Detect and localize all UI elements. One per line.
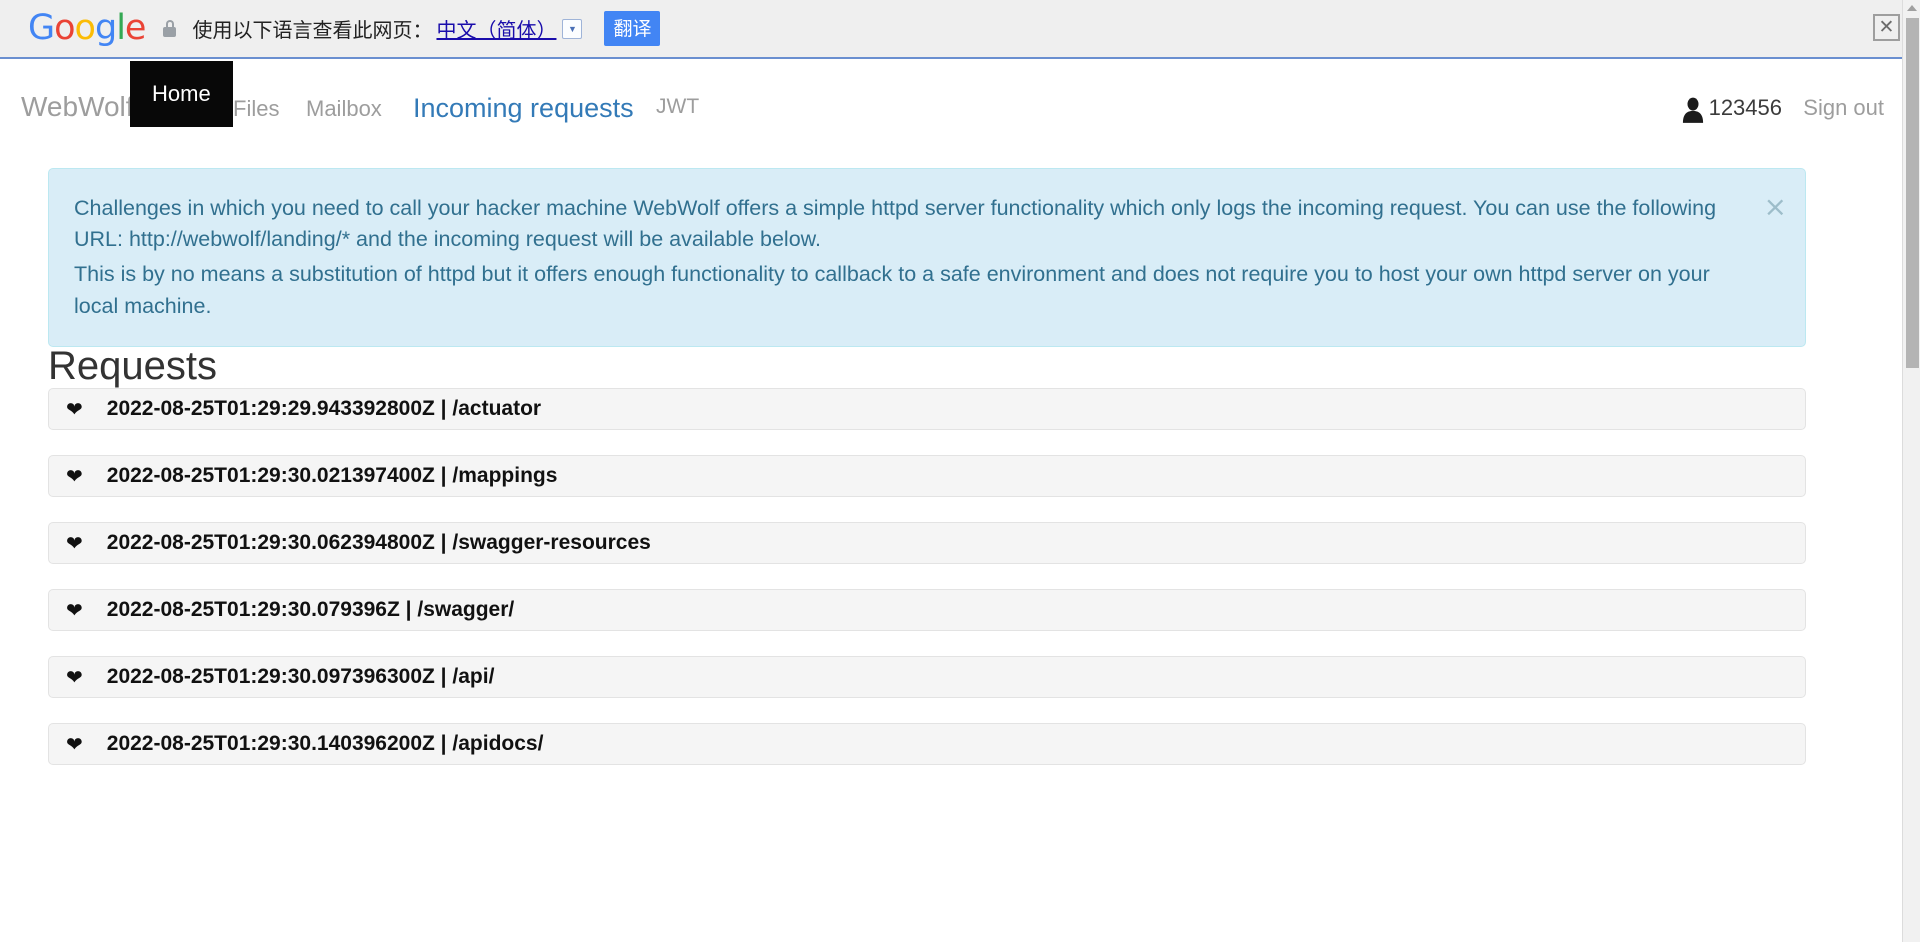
scrollbar-thumb[interactable] (1906, 18, 1919, 368)
table-row[interactable]: ❤ 2022-08-25T01:29:30.079396Z | /swagger… (48, 589, 1806, 631)
scroll-up-arrow-icon[interactable] (1907, 5, 1917, 11)
info-alert: × Challenges in which you need to call y… (48, 168, 1806, 347)
chevron-down-icon[interactable]: ❤ (66, 533, 83, 553)
alert-close-icon[interactable]: × (1764, 193, 1787, 221)
sign-out-link[interactable]: Sign out (1803, 95, 1884, 121)
chevron-down-icon[interactable]: ▼ (562, 18, 583, 39)
username-label: 123456 (1708, 95, 1782, 120)
translate-submit-button[interactable]: 翻译 (604, 11, 661, 46)
table-row[interactable]: ❤ 2022-08-25T01:29:30.097396300Z | /api/ (48, 656, 1806, 698)
google-translate-bar: Google 使用以下语言查看此网页： 中文（简体） ▼ 翻译 ✕ (0, 0, 1920, 59)
request-label: 2022-08-25T01:29:30.079396Z | /swagger/ (106, 598, 515, 621)
request-label: 2022-08-25T01:29:30.062394800Z | /swagge… (106, 531, 651, 554)
user-icon (1682, 97, 1704, 123)
table-row[interactable]: ❤ 2022-08-25T01:29:30.062394800Z | /swag… (48, 522, 1806, 564)
table-row[interactable]: ❤ 2022-08-25T01:29:30.140396200Z | /apid… (48, 723, 1806, 765)
alert-paragraph-2: This is by no means a substitution of ht… (74, 262, 1710, 318)
chevron-down-icon[interactable]: ❤ (66, 600, 83, 620)
nav-item-jwt[interactable]: JWT (656, 95, 699, 119)
translate-prompt-label: 使用以下语言查看此网页： (192, 20, 433, 42)
table-row[interactable]: ❤ 2022-08-25T01:29:29.943392800Z | /actu… (48, 388, 1806, 430)
request-label: 2022-08-25T01:29:29.943392800Z | /actuat… (106, 397, 542, 420)
alert-paragraph-1: Challenges in which you need to call you… (74, 196, 1717, 252)
page-title-incoming-requests: Incoming requests (413, 93, 634, 123)
close-icon[interactable]: ✕ (1873, 14, 1900, 41)
google-logo: Google (28, 8, 146, 48)
nav-item-home[interactable]: Home (130, 61, 233, 127)
vertical-scrollbar[interactable] (1902, 0, 1920, 942)
chevron-down-icon[interactable]: ❤ (66, 734, 83, 754)
nav-item-mailbox[interactable]: Mailbox (306, 96, 382, 122)
main-navbar: WebWolf Home Files Mailbox Incoming requ… (0, 61, 1902, 159)
request-label: 2022-08-25T01:29:30.140396200Z | /apidoc… (106, 732, 544, 755)
chevron-down-icon[interactable]: ❤ (66, 466, 83, 486)
request-label: 2022-08-25T01:29:30.097396300Z | /api/ (106, 665, 495, 688)
page-content: × Challenges in which you need to call y… (0, 159, 1902, 942)
table-row[interactable]: ❤ 2022-08-25T01:29:30.021397400Z | /mapp… (48, 455, 1806, 497)
brand-webwolf[interactable]: WebWolf (21, 91, 134, 123)
nav-item-files[interactable]: Files (233, 96, 279, 122)
requests-list: ❤ 2022-08-25T01:29:29.943392800Z | /actu… (48, 388, 1806, 790)
requests-heading: Requests (48, 344, 217, 388)
chevron-down-icon[interactable]: ❤ (66, 399, 83, 419)
lock-icon (163, 20, 177, 37)
translate-language-link[interactable]: 中文（简体） (436, 14, 556, 43)
request-label: 2022-08-25T01:29:30.021397400Z | /mappin… (106, 464, 558, 487)
chevron-down-icon[interactable]: ❤ (66, 667, 83, 687)
